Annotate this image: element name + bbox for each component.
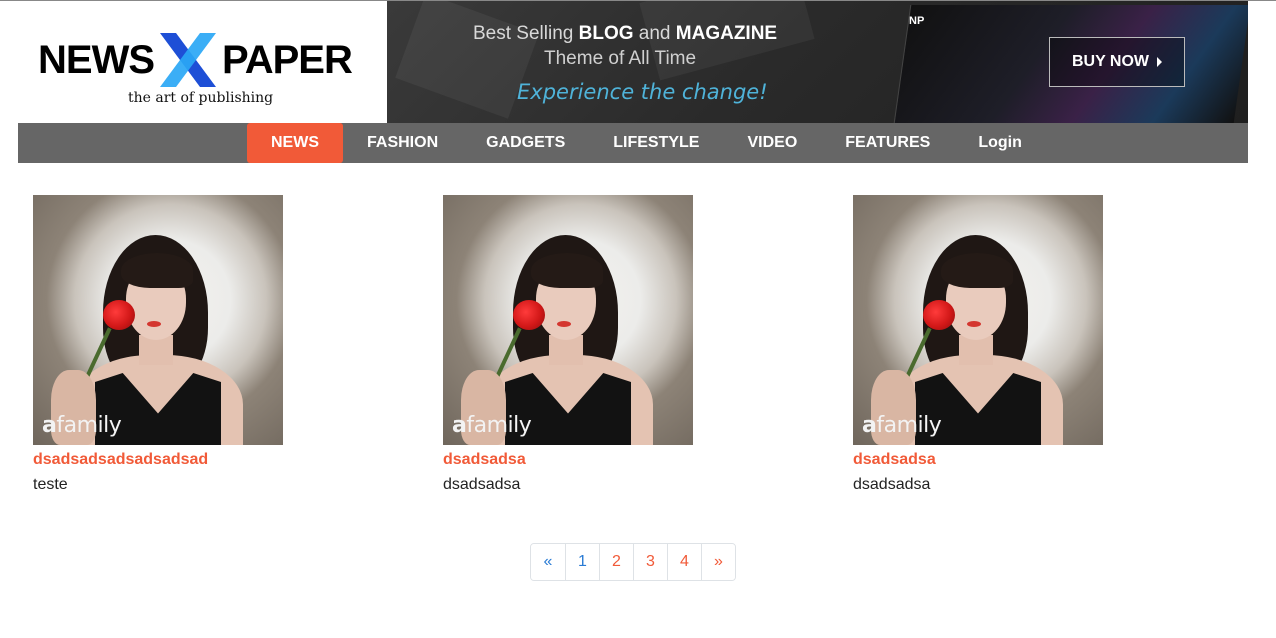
pagination-page-2[interactable]: 2 [599,544,633,580]
article-title-link[interactable]: dsadsadsadsadsadsad [33,450,283,470]
nav-item-lifestyle[interactable]: LIFESTYLE [589,123,723,163]
image-watermark: afamily [862,413,942,438]
nav-item-video[interactable]: VIDEO [723,123,821,163]
photo-lips [967,321,981,327]
banner-subheadline: Theme of All Time [544,48,697,69]
banner-headline-text: Best Selling [473,23,579,44]
logo-wordmark: NEWS PAPER [38,33,353,87]
banner-headline-magazine: MAGAZINE [675,23,778,44]
photo-bangs [531,253,603,288]
image-watermark: afamily [42,413,122,438]
logo-x-icon [160,33,216,87]
pagination-prev[interactable]: « [531,544,565,580]
nav-item-gadgets[interactable]: GADGETS [462,123,589,163]
pagination-page-1[interactable]: 1 [565,544,599,580]
watermark-family: family [56,413,122,438]
photo-lips [557,321,571,327]
pagination-page-4[interactable]: 4 [667,544,701,580]
article-description: dsadsadsa [853,476,931,493]
pagination-next[interactable]: » [701,544,735,580]
logo-word-paper: PAPER [222,38,353,82]
caret-right-icon [1157,57,1163,67]
nav-item-news[interactable]: NEWS [247,123,343,163]
banner-headline: Best Selling BLOG and MAGAZINE [473,23,777,45]
photo-rose [513,300,545,330]
article-description: teste [33,476,68,493]
photo-rose [103,300,135,330]
watermark-family: family [876,413,942,438]
nav-item-login[interactable]: Login [954,123,1046,163]
buy-now-button[interactable]: BUY NOW [1049,37,1185,87]
site-header: NEWS PAPER the art of publishing Best Se… [18,1,1248,123]
article-card: afamily dsadsadsadsadsadsad teste [33,195,283,495]
image-watermark: afamily [452,413,532,438]
article-title-link[interactable]: dsadsadsa [443,450,693,470]
article-thumbnail[interactable]: afamily [853,195,1103,445]
banner-tagline: Experience the change! [517,80,768,104]
main-nav: NEWS FASHION GADGETS LIFESTYLE VIDEO FEA… [18,123,1248,163]
watermark-family: family [466,413,532,438]
ad-banner[interactable]: Best Selling BLOG and MAGAZINE Theme of … [387,1,1248,123]
logo-tagline: the art of publishing [128,90,274,106]
nav-item-fashion[interactable]: FASHION [343,123,462,163]
site-logo[interactable]: NEWS PAPER the art of publishing [18,1,387,123]
article-thumbnail[interactable]: afamily [443,195,693,445]
watermark-a: a [42,413,57,438]
photo-lips [147,321,161,327]
article-description: dsadsadsa [443,476,521,493]
article-thumbnail[interactable]: afamily [33,195,283,445]
nav-item-features[interactable]: FEATURES [821,123,954,163]
watermark-a: a [452,413,467,438]
photo-bangs [121,253,193,288]
buy-now-label: BUY NOW [1071,53,1150,70]
photo-rose [923,300,955,330]
article-card: afamily dsadsadsa dsadsadsa [443,195,693,495]
article-title-link[interactable]: dsadsadsa [853,450,1103,470]
pagination-page-3[interactable]: 3 [633,544,667,580]
banner-np-badge: NP [909,15,925,27]
nav-menu: NEWS FASHION GADGETS LIFESTYLE VIDEO FEA… [247,123,1046,163]
logo-word-news: NEWS [38,38,155,82]
banner-headline-and: and [633,23,676,44]
banner-headline-blog: BLOG [578,23,634,44]
watermark-a: a [862,413,877,438]
article-card: afamily dsadsadsa dsadsadsa [853,195,1103,495]
photo-bangs [941,253,1013,288]
pagination: « 1 2 3 4 » [530,543,736,581]
